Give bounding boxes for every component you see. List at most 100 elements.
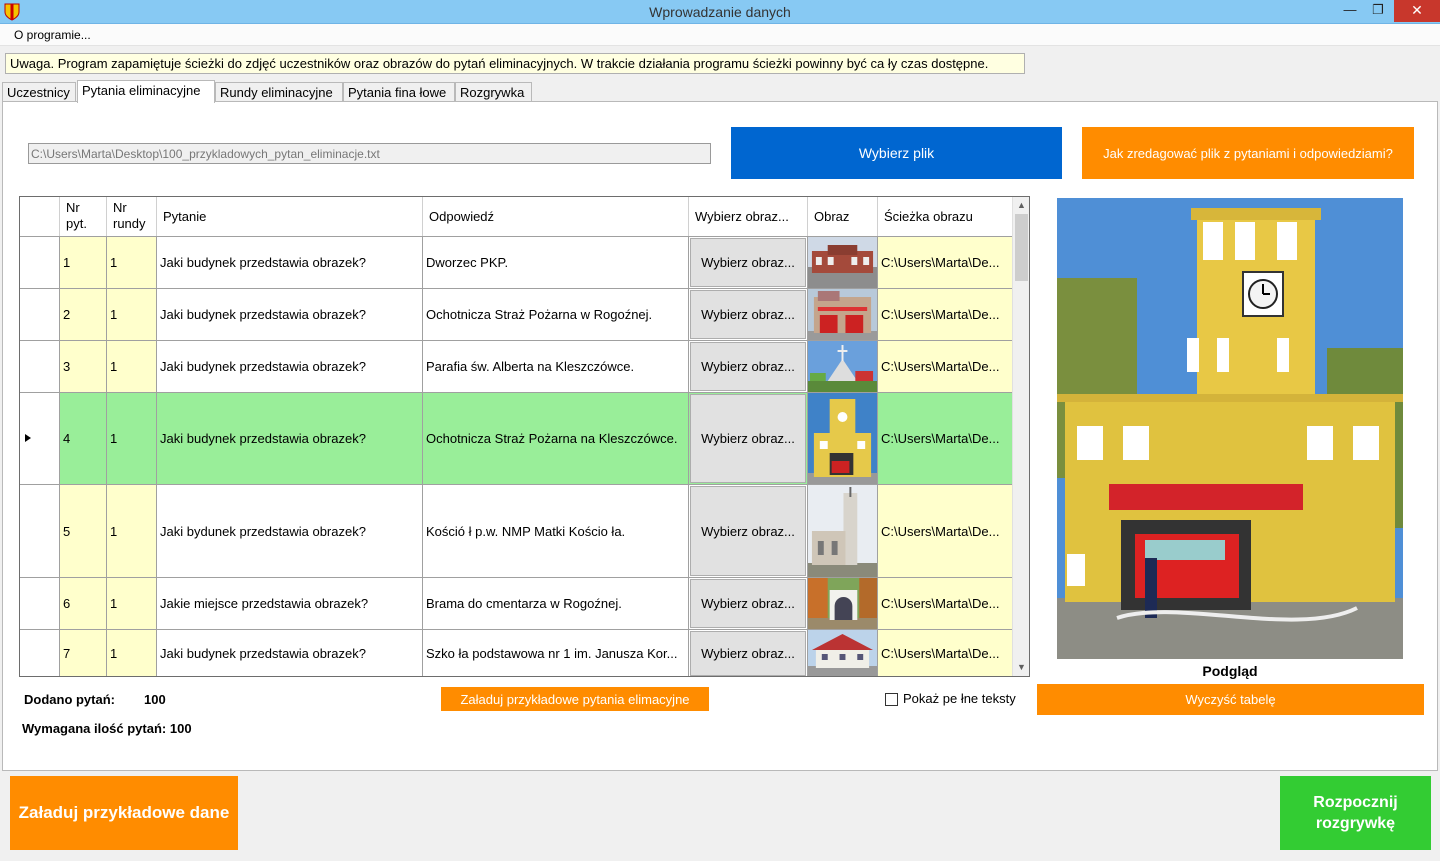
table-row[interactable]: 7 1 Jaki budynek przedstawia obrazek? Sz… xyxy=(20,630,1013,676)
row-header[interactable] xyxy=(20,578,60,629)
cell-nr-rundy[interactable]: 1 xyxy=(107,393,157,484)
choose-image-button[interactable]: Wybierz obraz... xyxy=(690,631,806,676)
file-help-button[interactable]: Jak zredagować plik z pytaniami i odpowi… xyxy=(1082,127,1414,179)
cell-odpowiedz[interactable]: Ochotnicza Straż Pożarna na Kleszczówce. xyxy=(423,393,689,484)
table-row[interactable]: 1 1 Jaki budynek przedstawia obrazek? Dw… xyxy=(20,237,1013,289)
table-row[interactable]: 5 1 Jaki bydunek przedstawia obrazek? Ko… xyxy=(20,485,1013,578)
tab-rundy-eliminacyjne[interactable]: Rundy eliminacyjne xyxy=(215,82,343,102)
choose-image-button[interactable]: Wybierz obraz... xyxy=(690,238,806,287)
cell-wybierz: Wybierz obraz... xyxy=(689,630,808,676)
choose-file-button[interactable]: Wybierz plik xyxy=(731,127,1062,179)
tab-rozgrywka[interactable]: Rozgrywka xyxy=(455,82,532,102)
file-path-field[interactable] xyxy=(28,143,711,164)
cell-odpowiedz[interactable]: Brama do cmentarza w Rogoźnej. xyxy=(423,578,689,629)
cell-pytanie[interactable]: Jaki budynek przedstawia obrazek? xyxy=(157,630,423,676)
cell-nr-pyt[interactable]: 6 xyxy=(60,578,107,629)
cell-sciezka[interactable]: C:\Users\Marta\De... xyxy=(878,289,1013,340)
choose-image-button[interactable]: Wybierz obraz... xyxy=(690,342,806,391)
minimize-button[interactable]: — xyxy=(1335,0,1365,22)
tab-pytania-eliminacyjne[interactable]: Pytania eliminacyjne xyxy=(77,80,215,103)
clear-table-button[interactable]: Wyczyść tabelę xyxy=(1037,684,1424,715)
cell-sciezka[interactable]: C:\Users\Marta\De... xyxy=(878,237,1013,288)
cell-pytanie[interactable]: Jaki budynek przedstawia obrazek? xyxy=(157,341,423,392)
cell-sciezka[interactable]: C:\Users\Marta\De... xyxy=(878,341,1013,392)
row-header[interactable] xyxy=(20,630,60,676)
cell-obraz xyxy=(808,630,878,676)
cell-sciezka[interactable]: C:\Users\Marta\De... xyxy=(878,630,1013,676)
row-header[interactable] xyxy=(20,393,60,484)
cell-sciezka[interactable]: C:\Users\Marta\De... xyxy=(878,578,1013,629)
school-thumbnail-icon xyxy=(808,630,877,676)
cell-nr-pyt[interactable]: 5 xyxy=(60,485,107,577)
cell-sciezka[interactable]: C:\Users\Marta\De... xyxy=(878,393,1013,484)
questions-table: Nr pyt. Nr rundy Pytanie Odpowiedź Wybie… xyxy=(19,196,1030,677)
header-nr-rundy[interactable]: Nr rundy xyxy=(107,197,157,236)
restore-button[interactable]: ❐ xyxy=(1363,0,1393,22)
tab-pytania-finalowe[interactable]: Pytania fina łowe xyxy=(343,82,455,102)
choose-image-button[interactable]: Wybierz obraz... xyxy=(690,486,806,576)
cell-nr-rundy[interactable]: 1 xyxy=(107,485,157,577)
cell-nr-pyt[interactable]: 3 xyxy=(60,341,107,392)
start-game-button[interactable]: Rozpocznij rozgrywkę xyxy=(1280,776,1431,850)
header-sciezka[interactable]: Ścieżka obrazu xyxy=(878,197,1013,236)
load-sample-data-button[interactable]: Załaduj przykładowe dane xyxy=(10,776,238,850)
row-header[interactable] xyxy=(20,289,60,340)
header-pytanie[interactable]: Pytanie xyxy=(157,197,423,236)
cell-odpowiedz[interactable]: Szko ła podstawowa nr 1 im. Janusza Kor.… xyxy=(423,630,689,676)
gate-thumbnail-icon xyxy=(808,578,877,629)
choose-image-button[interactable]: Wybierz obraz... xyxy=(690,290,806,339)
load-sample-questions-button[interactable]: Załaduj przykładowe pytania elimacyjne xyxy=(441,687,709,711)
table-row-selected[interactable]: 4 1 Jaki budynek przedstawia obrazek? Oc… xyxy=(20,393,1013,485)
scroll-down-arrow-icon[interactable]: ▼ xyxy=(1013,659,1029,676)
cell-odpowiedz[interactable]: Dworzec PKP. xyxy=(423,237,689,288)
choose-image-button[interactable]: Wybierz obraz... xyxy=(690,394,806,483)
tab-panel: Wybierz plik Jak zredagować plik z pytan… xyxy=(2,101,1438,771)
preview-image xyxy=(1057,198,1403,659)
scrollbar-thumb[interactable] xyxy=(1015,214,1028,281)
cell-pytanie[interactable]: Jaki budynek przedstawia obrazek? xyxy=(157,289,423,340)
table-header: Nr pyt. Nr rundy Pytanie Odpowiedź Wybie… xyxy=(20,197,1013,237)
cell-nr-pyt[interactable]: 4 xyxy=(60,393,107,484)
table-row[interactable]: 2 1 Jaki budynek przedstawia obrazek? Oc… xyxy=(20,289,1013,341)
cell-odpowiedz[interactable]: Kośció ł p.w. NMP Matki Kościo ła. xyxy=(423,485,689,577)
header-corner xyxy=(20,197,60,236)
cell-nr-pyt[interactable]: 7 xyxy=(60,630,107,676)
cell-pytanie[interactable]: Jaki bydunek przedstawia obrazek? xyxy=(157,485,423,577)
close-button[interactable]: ✕ xyxy=(1394,0,1440,22)
choose-image-button[interactable]: Wybierz obraz... xyxy=(690,579,806,628)
cell-nr-rundy[interactable]: 1 xyxy=(107,578,157,629)
cell-nr-pyt[interactable]: 2 xyxy=(60,289,107,340)
window-title: Wprowadzanie danych xyxy=(649,4,791,20)
row-header[interactable] xyxy=(20,237,60,288)
cell-nr-rundy[interactable]: 1 xyxy=(107,630,157,676)
cell-wybierz: Wybierz obraz... xyxy=(689,237,808,288)
tab-uczestnicy[interactable]: Uczestnicy xyxy=(2,82,76,102)
table-vertical-scrollbar[interactable]: ▲ ▼ xyxy=(1012,197,1029,676)
cell-odpowiedz[interactable]: Ochotnicza Straż Pożarna w Rogoźnej. xyxy=(423,289,689,340)
header-obraz[interactable]: Obraz xyxy=(808,197,878,236)
cell-obraz xyxy=(808,485,878,577)
scroll-up-arrow-icon[interactable]: ▲ xyxy=(1013,197,1029,214)
menu-about[interactable]: O programie... xyxy=(14,28,91,42)
row-header[interactable] xyxy=(20,341,60,392)
cell-pytanie[interactable]: Jakie miejsce przedstawia obrazek? xyxy=(157,578,423,629)
firehouse-thumbnail-icon xyxy=(808,289,877,340)
header-nr-pyt[interactable]: Nr pyt. xyxy=(60,197,107,236)
show-full-texts-label[interactable]: Pokaż pe łne teksty xyxy=(903,691,1016,706)
header-wybierz-obraz[interactable]: Wybierz obraz... xyxy=(689,197,808,236)
header-odpowiedz[interactable]: Odpowiedź xyxy=(423,197,689,236)
table-row[interactable]: 3 1 Jaki budynek przedstawia obrazek? Pa… xyxy=(20,341,1013,393)
cell-nr-rundy[interactable]: 1 xyxy=(107,341,157,392)
table-row[interactable]: 6 1 Jakie miejsce przedstawia obrazek? B… xyxy=(20,578,1013,630)
cell-nr-pyt[interactable]: 1 xyxy=(60,237,107,288)
menu-bar: O programie... xyxy=(0,24,1440,46)
cell-pytanie[interactable]: Jaki budynek przedstawia obrazek? xyxy=(157,237,423,288)
row-header[interactable] xyxy=(20,485,60,577)
cell-nr-rundy[interactable]: 1 xyxy=(107,237,157,288)
cell-nr-rundy[interactable]: 1 xyxy=(107,289,157,340)
cell-odpowiedz[interactable]: Parafia św. Alberta na Kleszczówce. xyxy=(423,341,689,392)
cell-sciezka[interactable]: C:\Users\Marta\De... xyxy=(878,485,1013,577)
show-full-texts-checkbox[interactable] xyxy=(885,693,898,706)
preview-label: Podgląd xyxy=(1202,663,1258,679)
cell-pytanie[interactable]: Jaki budynek przedstawia obrazek? xyxy=(157,393,423,484)
